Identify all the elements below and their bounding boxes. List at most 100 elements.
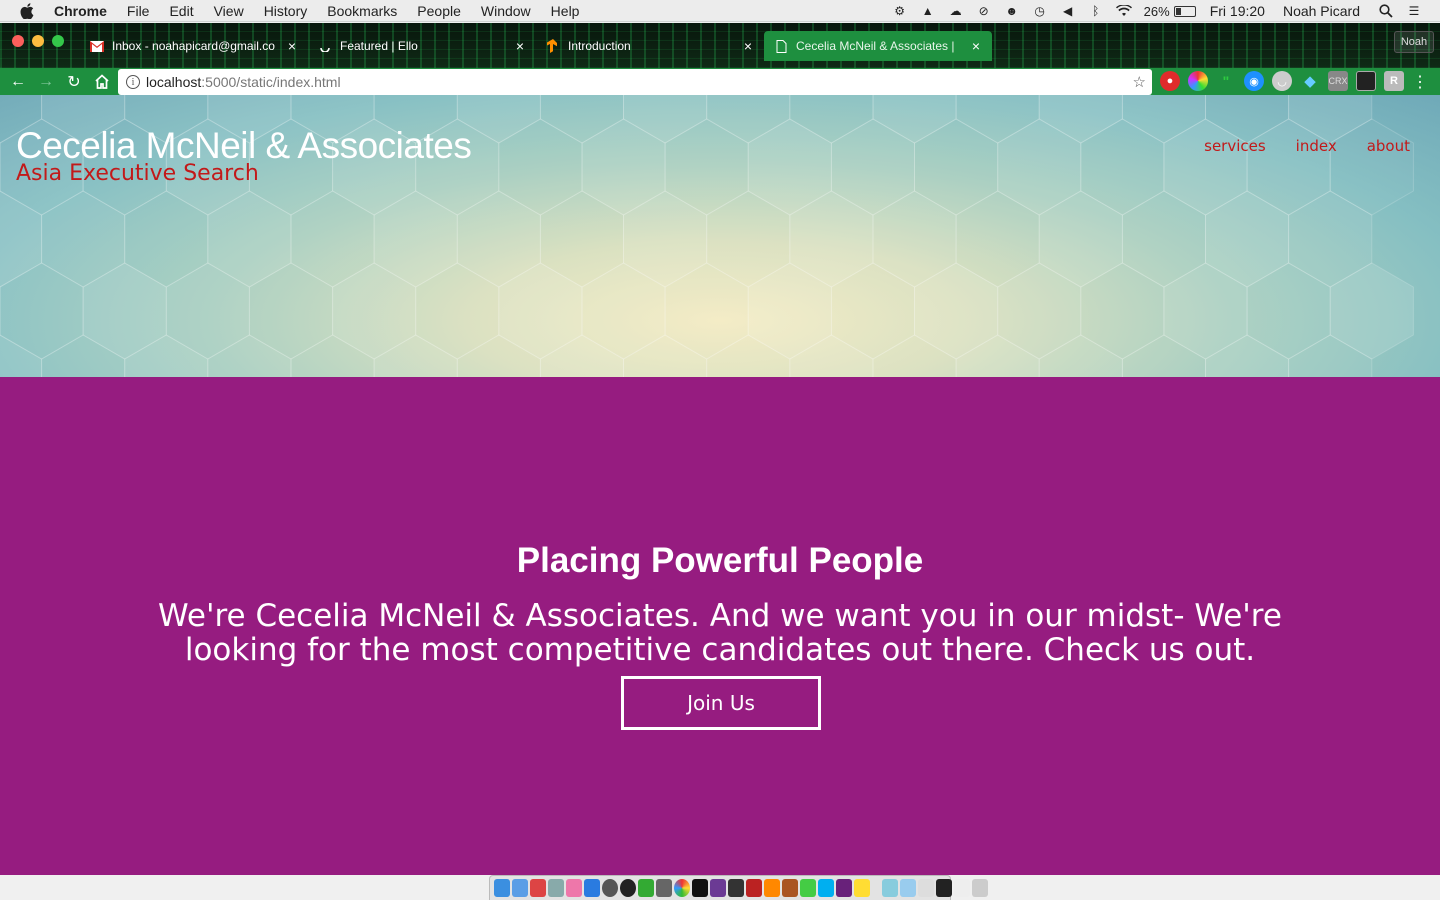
menu-app-name[interactable]: Chrome bbox=[54, 3, 107, 19]
preview-icon[interactable] bbox=[548, 879, 564, 897]
address-bar[interactable]: i localhost:5000/static/index.html ☆ bbox=[118, 69, 1152, 95]
do-not-disturb-icon[interactable]: ⊘ bbox=[976, 3, 992, 19]
clock[interactable]: Fri 19:20 bbox=[1210, 3, 1265, 19]
profile-button[interactable]: Noah bbox=[1394, 31, 1434, 53]
menu-help[interactable]: Help bbox=[551, 3, 580, 19]
menu-bookmarks[interactable]: Bookmarks bbox=[327, 3, 397, 19]
creative-cloud-icon[interactable]: ☁ bbox=[948, 3, 964, 19]
macos-menubar: Chrome File Edit View History Bookmarks … bbox=[0, 0, 1440, 22]
gears-icon[interactable] bbox=[656, 879, 672, 897]
tab-title: Featured | Ello bbox=[340, 39, 418, 53]
eclipse-icon[interactable] bbox=[710, 879, 726, 897]
terminal-icon[interactable] bbox=[692, 879, 708, 897]
screenshot-icon[interactable] bbox=[936, 879, 952, 897]
menu-people[interactable]: People bbox=[417, 3, 461, 19]
minimize-window-button[interactable] bbox=[32, 35, 44, 47]
bookmark-star-icon[interactable]: ☆ bbox=[1133, 73, 1146, 91]
menubar-status-area: ⚙ ▲ ☁ ⊘ ☻ ◷ ◀ ᛒ 26% Fri 19:20 Noah Picar… bbox=[892, 0, 1440, 22]
pocket-extension-icon[interactable]: ◡ bbox=[1272, 71, 1292, 91]
browser-toolbar: ← → ↻ i localhost:5000/static/index.html… bbox=[0, 68, 1440, 95]
site-info-icon[interactable]: i bbox=[126, 75, 140, 89]
page-viewport: Cecelia McNeil & Associates Asia Executi… bbox=[0, 95, 1440, 875]
notes-icon[interactable] bbox=[854, 879, 870, 897]
quote-extension-icon[interactable]: " bbox=[1216, 71, 1236, 91]
loading-spinner-icon bbox=[318, 39, 332, 53]
skype-icon[interactable] bbox=[818, 879, 834, 897]
time-machine-icon[interactable]: ◷ bbox=[1032, 3, 1048, 19]
user-name[interactable]: Noah Picard bbox=[1283, 3, 1360, 19]
nav-link-services[interactable]: services bbox=[1204, 137, 1266, 155]
close-tab-icon[interactable]: × bbox=[742, 38, 754, 54]
gmail-icon bbox=[90, 39, 104, 53]
close-window-button[interactable] bbox=[12, 35, 24, 47]
extensions-bar: ● " ◉ ◡ ◆ CRX R bbox=[1160, 71, 1404, 91]
vscode-icon[interactable] bbox=[836, 879, 852, 897]
window-controls bbox=[12, 35, 64, 47]
tab-introduction[interactable]: Introduction × bbox=[536, 31, 764, 61]
tab-ello[interactable]: Featured | Ello × bbox=[308, 31, 536, 61]
battery-percent: 26% bbox=[1143, 3, 1170, 19]
join-us-button[interactable]: Join Us bbox=[621, 676, 821, 730]
tab-cecelia-mcneil[interactable]: Cecelia McNeil & Associates | × bbox=[764, 31, 992, 61]
menu-view[interactable]: View bbox=[214, 3, 244, 19]
trash-icon[interactable] bbox=[972, 879, 988, 897]
r-extension-icon[interactable]: R bbox=[1384, 71, 1404, 91]
camera-extension-icon[interactable]: ◉ bbox=[1244, 71, 1264, 91]
zoom-window-button[interactable] bbox=[52, 35, 64, 47]
menu-edit[interactable]: Edit bbox=[169, 3, 193, 19]
forward-arrow-icon[interactable]: → bbox=[32, 70, 60, 94]
apple-menu-icon[interactable] bbox=[20, 0, 36, 22]
app-store-icon[interactable] bbox=[584, 879, 600, 897]
vinyl-icon[interactable] bbox=[620, 879, 636, 897]
document-stack-icon[interactable] bbox=[918, 879, 934, 897]
launchpad-icon[interactable] bbox=[512, 879, 528, 897]
notification-center-icon[interactable]: ☰ bbox=[1406, 3, 1422, 19]
intro-section: Placing Powerful People We're Cecelia Mc… bbox=[0, 377, 1440, 875]
menu-window[interactable]: Window bbox=[481, 3, 531, 19]
google-drive-icon[interactable]: ▲ bbox=[920, 3, 936, 19]
bluetooth-icon[interactable]: ᛒ bbox=[1088, 3, 1104, 19]
reload-icon[interactable]: ↻ bbox=[60, 70, 88, 94]
menu-history[interactable]: History bbox=[264, 3, 308, 19]
calendar-icon[interactable] bbox=[530, 879, 546, 897]
downloads-folder-icon[interactable] bbox=[900, 879, 916, 897]
site-nav: services index about bbox=[1204, 137, 1410, 155]
chrome-window: Inbox - noahapicard@gmail.co × Featured … bbox=[0, 23, 1440, 875]
folder-icon[interactable] bbox=[882, 879, 898, 897]
diamond-extension-icon[interactable]: ◆ bbox=[1300, 71, 1320, 91]
chrome-menu-icon[interactable]: ⋮ bbox=[1412, 72, 1428, 92]
menu-file[interactable]: File bbox=[127, 3, 150, 19]
home-icon[interactable] bbox=[88, 70, 116, 94]
sync-icon[interactable]: ⚙ bbox=[892, 3, 908, 19]
nav-link-about[interactable]: about bbox=[1367, 137, 1410, 155]
headline: Placing Powerful People bbox=[516, 541, 924, 580]
sequel-icon[interactable] bbox=[782, 879, 798, 897]
close-tab-icon[interactable]: × bbox=[514, 38, 526, 54]
volume-icon[interactable]: ◀ bbox=[1060, 3, 1076, 19]
filezilla-icon[interactable] bbox=[746, 879, 762, 897]
vlc-icon[interactable] bbox=[764, 879, 780, 897]
spotify-icon[interactable] bbox=[602, 879, 618, 897]
tab-title: Cecelia McNeil & Associates | bbox=[796, 39, 955, 53]
terminal-extension-icon[interactable] bbox=[1356, 71, 1376, 91]
close-tab-icon[interactable]: × bbox=[286, 38, 298, 54]
atom-icon[interactable] bbox=[728, 879, 744, 897]
tab-inbox[interactable]: Inbox - noahapicard@gmail.co × bbox=[80, 31, 308, 61]
wifi-icon[interactable] bbox=[1115, 3, 1132, 19]
battery-indicator[interactable]: 26% bbox=[1144, 4, 1196, 19]
chrome-icon[interactable] bbox=[674, 879, 690, 897]
adblock-extension-icon[interactable]: ● bbox=[1160, 71, 1180, 91]
nav-link-index[interactable]: index bbox=[1296, 137, 1337, 155]
file-icon[interactable] bbox=[954, 879, 970, 897]
close-tab-icon[interactable]: × bbox=[970, 38, 982, 54]
color-picker-extension-icon[interactable] bbox=[1188, 71, 1208, 91]
finder-icon[interactable] bbox=[494, 879, 510, 897]
alien-icon[interactable]: ☻ bbox=[1004, 3, 1020, 19]
spotlight-search-icon[interactable] bbox=[1378, 3, 1394, 19]
itunes-icon[interactable] bbox=[566, 879, 582, 897]
crx-extension-icon[interactable]: CRX bbox=[1328, 71, 1348, 91]
battery-icon bbox=[1173, 5, 1196, 17]
messages-icon[interactable] bbox=[800, 879, 816, 897]
android-icon[interactable] bbox=[638, 879, 654, 897]
back-arrow-icon[interactable]: ← bbox=[4, 70, 32, 94]
